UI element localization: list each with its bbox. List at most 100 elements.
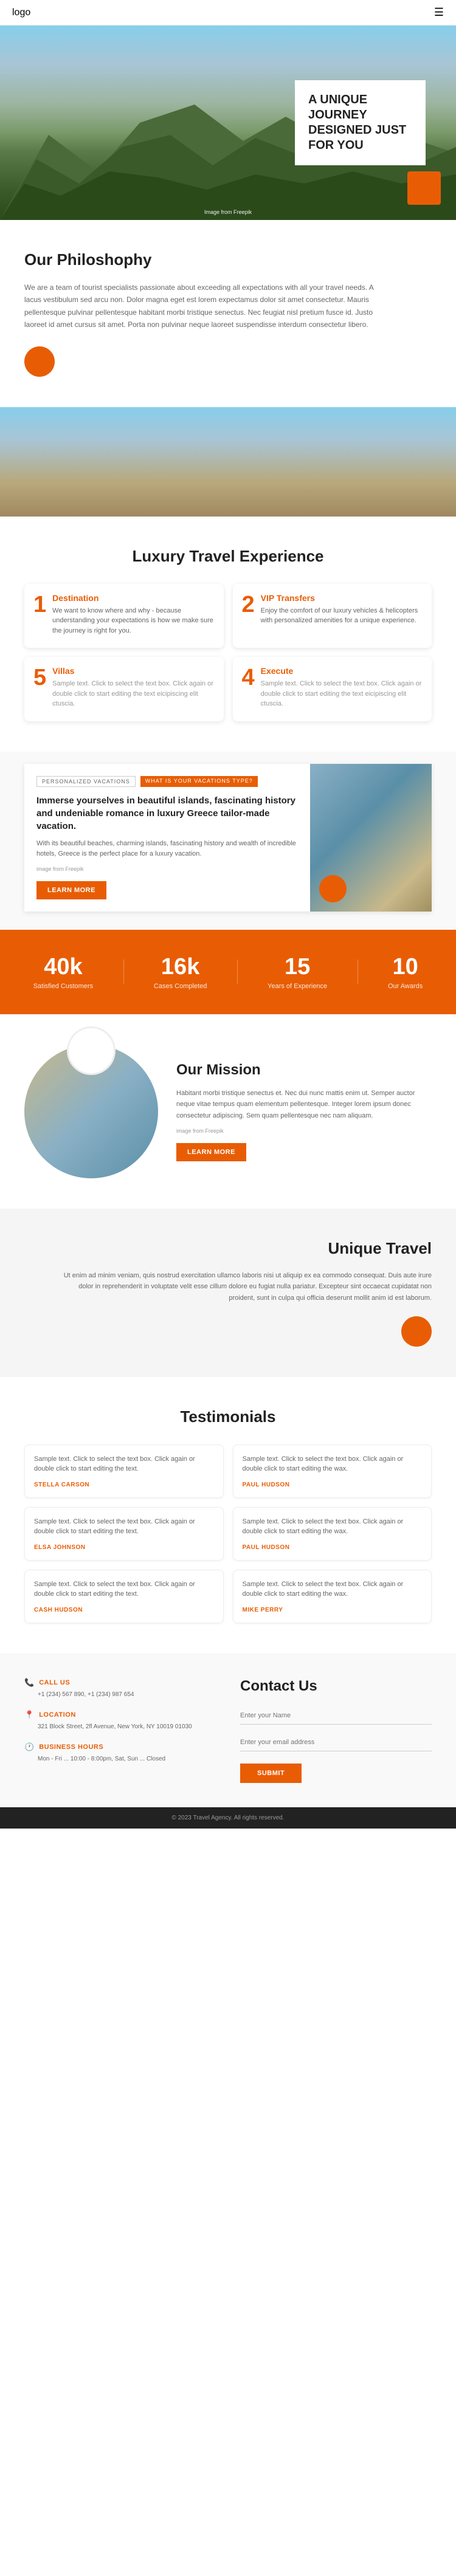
unique-title: Unique Travel: [24, 1239, 432, 1258]
phone-icon: 📞: [24, 1678, 34, 1688]
stat-divider-1: [123, 960, 124, 984]
testimonial-name-1: PAUL HUDSON: [243, 1482, 423, 1488]
personalized-text: With its beautiful beaches, charming isl…: [36, 839, 298, 860]
personalized-question[interactable]: WHAT IS YOUR VACATIONS TYPE?: [140, 776, 258, 787]
hamburger-icon[interactable]: ☰: [434, 6, 444, 19]
testimonial-text-2: Sample text. Click to select the text bo…: [34, 1517, 214, 1537]
card-sample-villas: Sample text. Click to select the text bo…: [52, 679, 214, 709]
luxury-title: Luxury Travel Experience: [24, 547, 432, 566]
mission-white-top-circle: [67, 1026, 116, 1075]
mission-image-wrapper: [24, 1045, 158, 1178]
call-detail: +1 (234) 567 890, +1 (234) 987 654: [24, 1690, 216, 1699]
contact-hours-item: 🕐 BUSINESS HOURS Mon - Fri ... 10:00 - 8…: [24, 1742, 216, 1764]
testimonial-item-3: Sample text. Click to select the text bo…: [233, 1507, 432, 1561]
testimonial-name-4: CASH HUDSON: [34, 1607, 214, 1613]
location-icon: 📍: [24, 1710, 34, 1720]
contact-submit-button[interactable]: SUBMIT: [240, 1764, 302, 1783]
card-villas: 5 Villas Sample text. Click to select th…: [24, 657, 224, 721]
testimonial-text-5: Sample text. Click to select the text bo…: [243, 1579, 423, 1599]
contact-bottom-section: 📞 CALL US +1 (234) 567 890, +1 (234) 987…: [0, 1654, 456, 1807]
testimonial-text-3: Sample text. Click to select the text bo…: [243, 1517, 423, 1537]
stats-section: 40k Satisfied Customers 16k Cases Comple…: [0, 930, 456, 1014]
personalized-image-circle: [319, 875, 347, 902]
unique-section: Unique Travel Ut enim ad minim veniam, q…: [0, 1209, 456, 1377]
card-text-destination: We want to know where and why - because …: [52, 606, 214, 636]
testimonials-section: Testimonials Sample text. Click to selec…: [0, 1377, 456, 1654]
hero-image-credit: Image from Freepik: [204, 209, 252, 215]
card-title-villas: Villas: [52, 666, 214, 676]
contact-form-title: Contact Us: [240, 1678, 432, 1695]
mission-learn-more-button[interactable]: LEARN MORE: [176, 1143, 246, 1161]
contact-location-item: 📍 LOCATION 321 Block Street, 2fl Avenue,…: [24, 1710, 216, 1731]
philosophy-orange-circle: [24, 346, 55, 377]
card-number-5: 5: [33, 666, 46, 689]
card-title-destination: Destination: [52, 593, 214, 603]
card-number-2: 2: [242, 593, 255, 616]
learn-more-button[interactable]: LEARN MORE: [36, 881, 106, 899]
personalized-content: PERSONALIZED VACATIONS WHAT IS YOUR VACA…: [24, 764, 310, 912]
stat-satisfied: 40k Satisfied Customers: [33, 954, 93, 990]
testimonials-title: Testimonials: [24, 1407, 432, 1426]
unique-text: Ut enim ad minim veniam, quis nostrud ex…: [55, 1270, 432, 1304]
stat-awards: 10 Our Awards: [388, 954, 423, 990]
testimonial-name-5: MIKE PERRY: [243, 1607, 423, 1613]
landscape-divider: [0, 407, 456, 517]
stat-label-satisfied: Satisfied Customers: [33, 983, 93, 990]
testimonial-item-2: Sample text. Click to select the text bo…: [24, 1507, 224, 1561]
testimonial-name-3: PAUL HUDSON: [243, 1544, 423, 1551]
philosophy-text: We are a team of tourist specialists pas…: [24, 281, 389, 331]
testimonial-item-4: Sample text. Click to select the text bo…: [24, 1570, 224, 1623]
stat-years: 15 Years of Experience: [268, 954, 327, 990]
philosophy-title: Our Philoshophy: [24, 250, 432, 269]
testimonial-text-4: Sample text. Click to select the text bo…: [34, 1579, 214, 1599]
personalized-title: Immerse yourselves in beautiful islands,…: [36, 794, 298, 833]
contact-name-input[interactable]: [240, 1707, 432, 1725]
mission-title: Our Mission: [176, 1062, 432, 1079]
contact-info: 📞 CALL US +1 (234) 567 890, +1 (234) 987…: [24, 1678, 216, 1783]
testimonial-item-0: Sample text. Click to select the text bo…: [24, 1444, 224, 1498]
contact-call-item: 📞 CALL US +1 (234) 567 890, +1 (234) 987…: [24, 1678, 216, 1699]
stat-label-awards: Our Awards: [388, 983, 423, 990]
contact-email-input[interactable]: [240, 1734, 432, 1751]
testimonial-name-2: ELSA JOHNSON: [34, 1544, 214, 1551]
testimonial-item-1: Sample text. Click to select the text bo…: [233, 1444, 432, 1498]
testimonial-item-5: Sample text. Click to select the text bo…: [233, 1570, 432, 1623]
card-title-execute: Execute: [261, 666, 423, 676]
location-detail: 321 Block Street, 2fl Avenue, New York, …: [24, 1722, 216, 1731]
card-text-vip: Enjoy the comfort of our luxury vehicles…: [261, 606, 423, 626]
mission-text: Habitant morbi tristique senectus et. Ne…: [176, 1088, 432, 1122]
card-title-vip: VIP Transfers: [261, 593, 423, 603]
navigation: logo ☰: [0, 0, 456, 26]
stat-number-awards: 10: [388, 954, 423, 980]
mission-image-credit: image from Freepik: [176, 1128, 432, 1134]
personalized-card: PERSONALIZED VACATIONS WHAT IS YOUR VACA…: [24, 764, 432, 912]
stat-divider-2: [237, 960, 238, 984]
stat-number-years: 15: [268, 954, 327, 980]
hours-detail: Mon - Fri ... 10:00 - 8:00pm, Sat, Sun .…: [24, 1754, 216, 1764]
card-vip: 2 VIP Transfers Enjoy the comfort of our…: [233, 584, 432, 648]
philosophy-section: Our Philoshophy We are a team of tourist…: [0, 220, 456, 407]
card-destination: 1 Destination We want to know where and …: [24, 584, 224, 648]
testimonial-text-0: Sample text. Click to select the text bo…: [34, 1454, 214, 1474]
mission-content: Our Mission Habitant morbi tristique sen…: [176, 1062, 432, 1161]
hero-section: A UNIQUE JOURNEY DESIGNED JUST FOR YOU I…: [0, 26, 456, 220]
hero-orange-decoration: [407, 171, 441, 205]
card-number-4: 4: [242, 666, 255, 689]
nav-logo: logo: [12, 7, 30, 18]
luxury-section: Luxury Travel Experience 1 Destination W…: [0, 517, 456, 752]
call-label: CALL US: [39, 1679, 70, 1686]
hours-label: BUSINESS HOURS: [39, 1743, 103, 1751]
unique-orange-circle: [401, 1316, 432, 1347]
clock-icon: 🕐: [24, 1742, 34, 1752]
mission-section: Our Mission Habitant morbi tristique sen…: [0, 1014, 456, 1209]
hero-title: A UNIQUE JOURNEY DESIGNED JUST FOR YOU: [308, 92, 412, 153]
testimonials-grid: Sample text. Click to select the text bo…: [24, 1444, 432, 1623]
card-number-1: 1: [33, 593, 46, 616]
stat-cases: 16k Cases Completed: [154, 954, 207, 990]
testimonial-text-1: Sample text. Click to select the text bo…: [243, 1454, 423, 1474]
personalized-credit: image from Freepik: [36, 866, 298, 872]
footer: © 2023 Travel Agency. All rights reserve…: [0, 1807, 456, 1829]
stat-number-satisfied: 40k: [33, 954, 93, 980]
stat-label-cases: Cases Completed: [154, 983, 207, 990]
footer-text: © 2023 Travel Agency. All rights reserve…: [171, 1815, 284, 1821]
